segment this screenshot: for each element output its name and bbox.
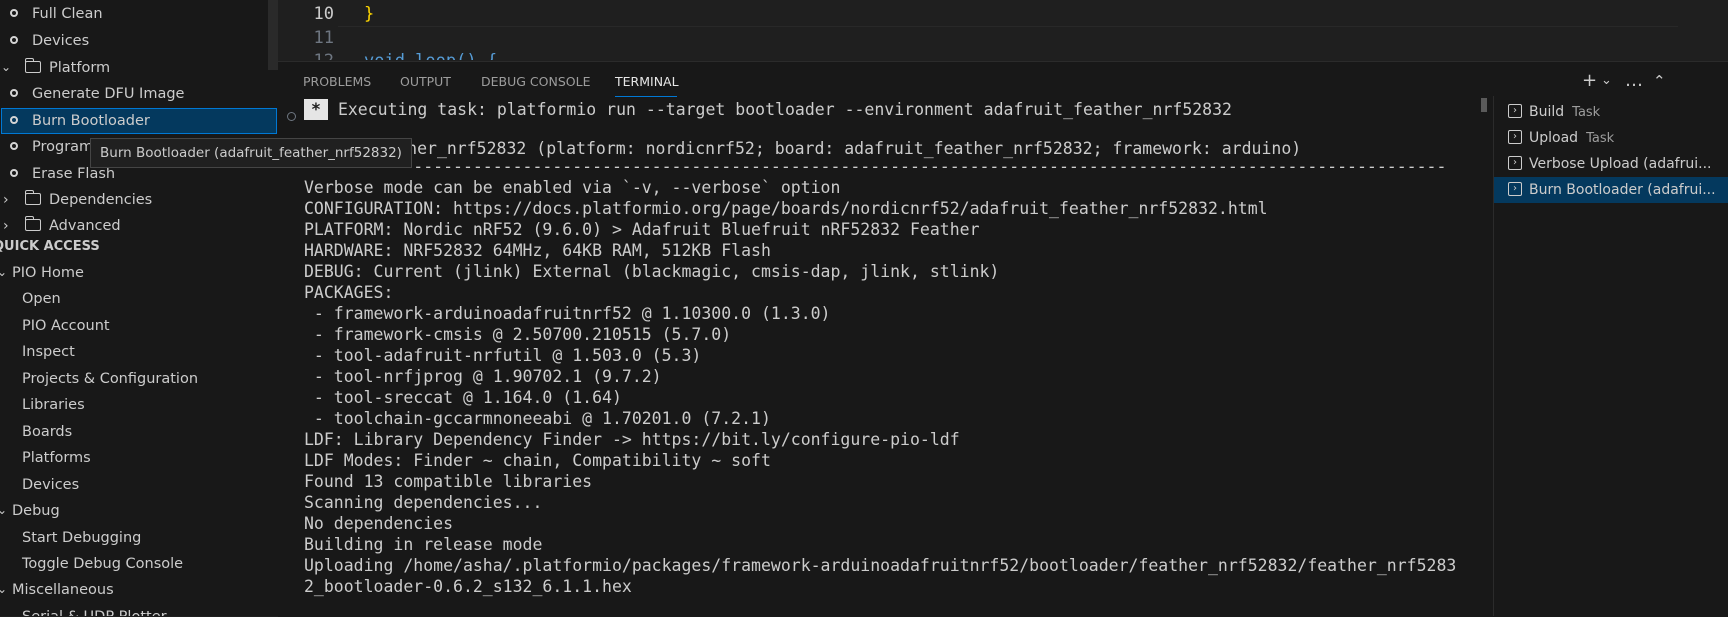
terminal-line: - tool-nrfjprog @ 1.90702.1 (9.7.2) bbox=[304, 367, 662, 386]
terminal-decoration-icon bbox=[287, 112, 296, 121]
tab-terminal[interactable]: TERMINAL bbox=[615, 74, 679, 89]
new-terminal-icon[interactable]: + bbox=[1582, 70, 1597, 91]
code-line[interactable]: } bbox=[364, 4, 374, 24]
group-debug[interactable]: ⌄ Debug bbox=[0, 498, 278, 524]
current-line-highlight bbox=[338, 0, 1678, 27]
qa-libraries[interactable]: Libraries bbox=[0, 392, 278, 418]
terminal-line: PACKAGES: bbox=[304, 283, 394, 302]
terminal-line: CONFIGURATION: https://docs.platformio.o… bbox=[304, 199, 1268, 218]
platformio-sidebar: Full Clean Devices ⌄ Platform Generate D… bbox=[0, 0, 278, 616]
qa-devices[interactable]: Devices bbox=[0, 472, 278, 498]
folder-platform[interactable]: ⌄ Platform bbox=[0, 55, 278, 81]
terminal-line: 2_bootloader-0.6.2_s132_6.1.1.hex bbox=[304, 577, 632, 596]
terminal-icon: › bbox=[1508, 156, 1522, 170]
task-full-clean[interactable]: Full Clean bbox=[0, 1, 278, 27]
terminal-line: LDF Modes: Finder ~ chain, Compatibility… bbox=[304, 451, 771, 470]
chevron-right-icon: › bbox=[3, 192, 9, 208]
qa-boards[interactable]: Boards bbox=[0, 419, 278, 445]
task-circle-icon bbox=[10, 169, 18, 177]
terminal-icon: › bbox=[1508, 104, 1522, 118]
qa-projects-configuration[interactable]: Projects & Configuration bbox=[0, 366, 278, 392]
line-number: 10 bbox=[313, 4, 334, 24]
line-number: 12 bbox=[278, 51, 334, 60]
task-verbose-upload[interactable]: › Verbose Upload (adafrui... bbox=[1494, 151, 1728, 177]
task-circle-icon bbox=[10, 36, 18, 44]
task-burn-bootloader-terminal[interactable]: › Burn Bootloader (adafrui... bbox=[1494, 177, 1728, 203]
task-circle-icon bbox=[10, 9, 18, 17]
tab-output[interactable]: OUTPUT bbox=[400, 74, 451, 89]
task-build[interactable]: › Build Task bbox=[1494, 99, 1728, 125]
qa-platforms[interactable]: Platforms bbox=[0, 445, 278, 471]
task-upload[interactable]: › Upload Task bbox=[1494, 125, 1728, 151]
terminal-line: HARDWARE: NRF52832 64MHz, 64KB RAM, 512K… bbox=[304, 241, 771, 260]
terminal-tasks-list: › Build Task › Upload Task › Verbose Uploa… bbox=[1493, 96, 1728, 616]
chevron-down-icon: ⌄ bbox=[0, 265, 8, 279]
group-pio-home[interactable]: ⌄ PIO Home bbox=[0, 260, 278, 286]
terminal-line: - toolchain-gccarmnoneeabi @ 1.70201.0 (… bbox=[304, 409, 771, 428]
terminal-line: PLATFORM: Nordic nRF52 (9.6.0) > Adafrui… bbox=[304, 220, 980, 239]
code-editor[interactable]: 10 } 11 12 void loop() { bbox=[278, 0, 1728, 60]
terminal[interactable]: * Executing task: platformio run --target… bbox=[278, 98, 1478, 617]
task-devices[interactable]: Devices bbox=[0, 28, 278, 54]
quick-access-header[interactable]: QUICK ACCESS bbox=[0, 236, 100, 258]
group-miscellaneous[interactable]: ⌄ Miscellaneous bbox=[0, 577, 278, 603]
terminal-line: No dependencies bbox=[304, 514, 454, 533]
task-generate-dfu-image[interactable]: Generate DFU Image bbox=[0, 81, 278, 107]
terminal-line: Uploading /home/asha/.platformio/package… bbox=[304, 556, 1457, 575]
terminal-line: - tool-adafruit-nrfutil @ 1.503.0 (5.3) bbox=[304, 346, 702, 365]
active-tab-indicator bbox=[615, 96, 677, 97]
task-star-badge: * bbox=[304, 99, 328, 120]
terminal-line: Scanning dependencies... bbox=[304, 493, 543, 512]
folder-icon bbox=[24, 216, 41, 231]
folder-icon bbox=[24, 190, 41, 205]
executing-task-line: * Executing task: platformio run --target… bbox=[304, 99, 1232, 120]
terminal-line: Building in release mode bbox=[304, 535, 543, 554]
code-line[interactable]: void loop() { bbox=[364, 51, 497, 60]
separator-line: ----------------------------------------… bbox=[304, 157, 1447, 176]
qa-toggle-debug-console[interactable]: Toggle Debug Console bbox=[0, 551, 278, 577]
qa-inspect[interactable]: Inspect bbox=[0, 339, 278, 365]
chevron-down-icon: ⌄ bbox=[0, 582, 8, 596]
qa-serial-udp-plotter[interactable]: Serial & UDP Plotter bbox=[0, 604, 278, 616]
terminal-icon: › bbox=[1508, 182, 1522, 196]
more-actions-icon[interactable]: … bbox=[1625, 70, 1643, 91]
chevron-down-icon: ⌄ bbox=[1, 60, 12, 74]
tab-debug-console[interactable]: DEBUG CONSOLE bbox=[481, 74, 590, 89]
line-number: 11 bbox=[313, 28, 334, 48]
folder-icon bbox=[24, 58, 41, 73]
chevron-down-icon[interactable]: ⌄ bbox=[1601, 73, 1612, 88]
terminal-line: - framework-arduinoadafruitnrf52 @ 1.103… bbox=[304, 304, 831, 323]
task-circle-icon bbox=[10, 142, 18, 150]
task-circle-icon bbox=[10, 116, 18, 124]
qa-open[interactable]: Open bbox=[0, 286, 278, 312]
folder-dependencies[interactable]: › Dependencies bbox=[0, 187, 278, 213]
task-burn-bootloader[interactable]: Burn Bootloader bbox=[1, 108, 277, 134]
terminal-line: Found 13 compatible libraries bbox=[304, 472, 593, 491]
tab-problems[interactable]: PROBLEMS bbox=[303, 74, 371, 89]
terminal-line: - tool-sreccat @ 1.164.0 (1.64) bbox=[304, 388, 622, 407]
terminal-scrollbar[interactable] bbox=[1481, 98, 1487, 112]
terminal-icon: › bbox=[1508, 130, 1522, 144]
task-circle-icon bbox=[10, 89, 18, 97]
terminal-line: DEBUG: Current (jlink) External (blackma… bbox=[304, 262, 1000, 281]
hover-tooltip: Burn Bootloader (adafruit_feather_nrf528… bbox=[90, 138, 412, 168]
terminal-line: LDF: Library Dependency Finder -> https:… bbox=[304, 430, 960, 449]
terminal-line: Verbose mode can be enabled via `-v, --v… bbox=[304, 178, 841, 197]
maximize-panel-icon[interactable]: ⌃ bbox=[1653, 72, 1666, 90]
chevron-down-icon: ⌄ bbox=[0, 503, 8, 517]
terminal-line: - framework-cmsis @ 2.50700.210515 (5.7.… bbox=[304, 325, 732, 344]
qa-start-debugging[interactable]: Start Debugging bbox=[0, 525, 278, 551]
qa-pio-account[interactable]: PIO Account bbox=[0, 313, 278, 339]
